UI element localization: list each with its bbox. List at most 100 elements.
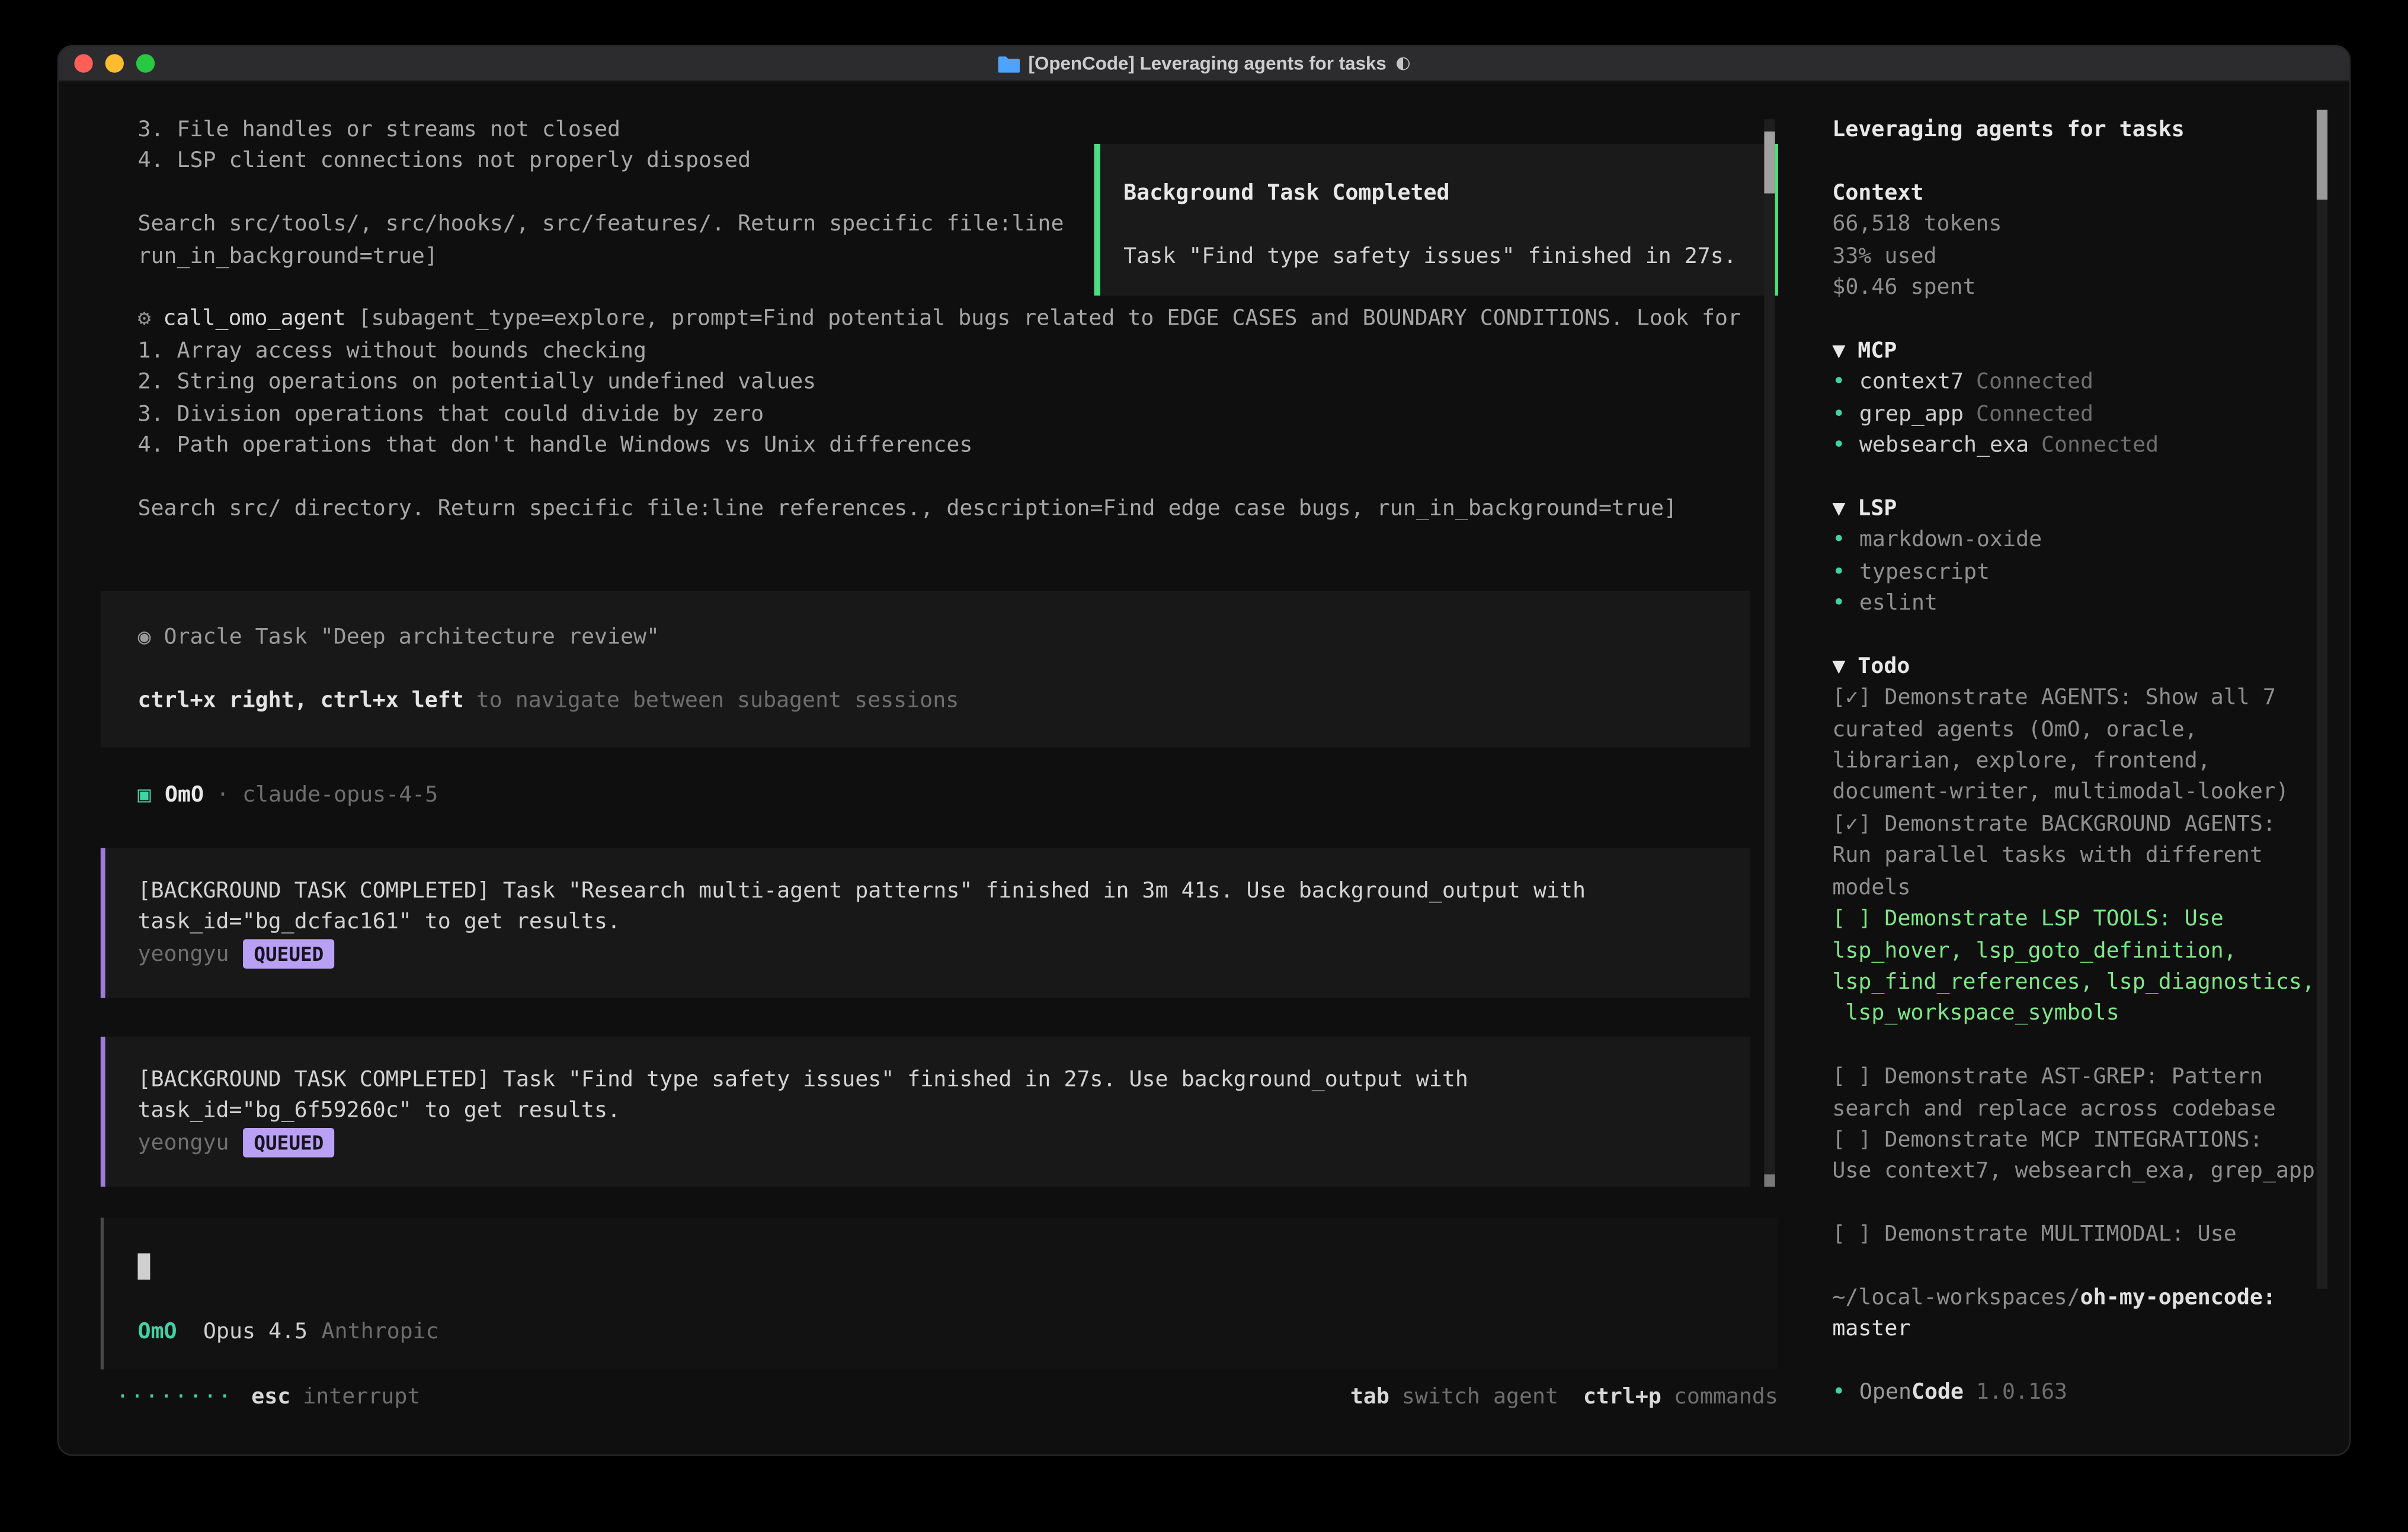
spinner-dots-icon: ········ bbox=[116, 1384, 233, 1409]
todo-item: [✓] Demonstrate AGENTS: Show all 7 curat… bbox=[1832, 682, 2343, 809]
recording-indicator-icon: ◐ bbox=[1396, 47, 1411, 79]
context-section: Context 66,518 tokens 33% used $0.46 spe… bbox=[1832, 178, 2343, 304]
agent-square-icon: ▣ bbox=[137, 783, 150, 807]
window-content: 3. File handles or streams not closed 4.… bbox=[59, 82, 2349, 1454]
mcp-status: Connected bbox=[2041, 433, 2159, 458]
lsp-heading-label: LSP bbox=[1858, 496, 1897, 521]
main-scrollbar-thumb[interactable] bbox=[1764, 132, 1775, 193]
mcp-item: • grep_app Connected bbox=[1832, 399, 2343, 430]
main-scrollbar[interactable] bbox=[1764, 119, 1775, 1187]
git-branch: master bbox=[1832, 1314, 2343, 1345]
todo-heading-label: Todo bbox=[1858, 654, 1910, 679]
bullet-icon: • bbox=[1832, 402, 1845, 427]
terminal-line: 1. Array access without bounds checking bbox=[137, 335, 1807, 367]
oracle-task-card: ◉ Oracle Task "Deep architecture review"… bbox=[101, 591, 1750, 747]
active-model-label: Opus 4.5 bbox=[203, 1319, 308, 1344]
status-left: ········escinterrupt bbox=[116, 1382, 420, 1413]
prompt-cursor-row bbox=[137, 1252, 1741, 1283]
todo-heading[interactable]: ▼ Todo bbox=[1832, 651, 2343, 682]
toast-body: Task "Find type safety issues" finished … bbox=[1123, 241, 1755, 273]
todo-section: ▼ Todo [✓] Demonstrate AGENTS: Show all 7… bbox=[1832, 651, 2343, 1251]
sidebar-scrollbar[interactable] bbox=[2317, 110, 2327, 1289]
key-hint-tab: tab bbox=[1350, 1384, 1389, 1409]
tool-name: call_omo_agent bbox=[163, 307, 345, 332]
minimize-button[interactable] bbox=[105, 54, 124, 72]
terminal-line: 3. File handles or streams not closed bbox=[137, 114, 1807, 146]
mcp-name: grep_app bbox=[1859, 402, 1964, 427]
mcp-status: Connected bbox=[1976, 402, 2093, 427]
message-meta: yeongyu QUEUED bbox=[137, 939, 1713, 970]
mcp-item: • context7 Connected bbox=[1832, 367, 2343, 399]
hint-keys: ctrl+x right, ctrl+x left bbox=[137, 688, 463, 713]
message-text: [BACKGROUND TASK COMPLETED] Task "Resear… bbox=[137, 876, 1713, 939]
app-name-bold: Code bbox=[1911, 1380, 1964, 1405]
terminal-line bbox=[137, 461, 1807, 493]
mcp-section: ▼MCP • context7 Connected • grep_app Connect… bbox=[1832, 335, 2343, 461]
mcp-name: context7 bbox=[1859, 370, 1964, 395]
lsp-name: typescript bbox=[1859, 560, 1990, 585]
key-hint-tab-label: switch agent bbox=[1402, 1384, 1558, 1409]
message-meta: yeongyuQUEUED bbox=[137, 1127, 1713, 1159]
status-bar: ········escinterrupt tabswitch agentctrl… bbox=[116, 1382, 1778, 1413]
chevron-down-icon: ▼ bbox=[1832, 654, 1845, 679]
bullet-icon: • bbox=[1832, 370, 1845, 395]
gear-icon: ⚙ bbox=[137, 307, 150, 332]
lsp-heading[interactable]: ▼LSP bbox=[1832, 493, 2343, 525]
tool-call-line: ⚙call_omo_agent[subagent_type=explore, p… bbox=[137, 304, 1807, 335]
message-text: [BACKGROUND TASK COMPLETED] Task "Find t… bbox=[137, 1065, 1713, 1128]
lsp-item: • markdown-oxide bbox=[1832, 525, 2343, 556]
sidebar: Leveraging agents for tasks Context 66,5… bbox=[1808, 82, 2351, 1454]
chevron-down-icon: ▼ bbox=[1832, 338, 1845, 363]
text-cursor bbox=[137, 1254, 150, 1280]
lsp-name: eslint bbox=[1859, 591, 1938, 616]
window-title: [OpenCode] Leveraging agents for tasks ◐ bbox=[997, 47, 1410, 79]
background-task-toast[interactable]: Background Task Completed Task "Find typ… bbox=[1094, 144, 1778, 296]
message-card: [BACKGROUND TASK COMPLETED] Task "Find t… bbox=[101, 1037, 1750, 1187]
key-hint-esc: esc bbox=[251, 1384, 290, 1409]
main-scrollbar-endcap bbox=[1764, 1174, 1775, 1187]
terminal-line: 3. Division operations that could divide… bbox=[137, 399, 1807, 430]
message-author: yeongyu bbox=[137, 1130, 229, 1155]
terminal-line: 4. Path operations that don't handle Win… bbox=[137, 430, 1807, 461]
zoom-button[interactable] bbox=[136, 54, 155, 72]
sidebar-scrollbar-thumb[interactable] bbox=[2317, 110, 2327, 199]
session-title: Leveraging agents for tasks bbox=[1832, 114, 2343, 146]
prompt-meta: OmOOpus 4.5Anthropic bbox=[137, 1316, 1741, 1347]
bullet-icon: • bbox=[1832, 591, 1845, 616]
context-used: 33% used bbox=[1832, 241, 2343, 272]
key-hint-ctrlp: ctrl+p bbox=[1583, 1384, 1661, 1409]
provider-label: Anthropic bbox=[322, 1319, 439, 1344]
bullet-icon: • bbox=[1832, 528, 1845, 553]
hint-text: to navigate between subagent sessions bbox=[476, 688, 959, 713]
agent-model: claude-opus-4-5 bbox=[242, 783, 438, 807]
prompt-input[interactable]: OmOOpus 4.5Anthropic bbox=[101, 1217, 1778, 1369]
terminal-line: 2. String operations on potentially unde… bbox=[137, 367, 1807, 398]
mcp-name: websearch_exa bbox=[1859, 433, 2029, 458]
lsp-section: ▼LSP • markdown-oxide • typescript • eslint bbox=[1832, 493, 2343, 620]
todo-item-active: [ ] Demonstrate LSP TOOLS: Use lsp_hover… bbox=[1832, 904, 2343, 1030]
todo-item: [✓] Demonstrate BACKGROUND AGENTS: Run p… bbox=[1832, 809, 2343, 904]
window-title-text: [OpenCode] Leveraging agents for tasks bbox=[1029, 47, 1386, 79]
context-heading: Context bbox=[1832, 178, 2343, 209]
context-spent: $0.46 spent bbox=[1832, 273, 2343, 304]
lsp-item: • typescript bbox=[1832, 556, 2343, 588]
agent-name: OmO bbox=[165, 783, 204, 807]
mcp-heading[interactable]: ▼MCP bbox=[1832, 335, 2343, 367]
status-badge: QUEUED bbox=[243, 939, 335, 969]
todo-item: [ ] Demonstrate MCP INTEGRATIONS: Use co… bbox=[1832, 1125, 2343, 1188]
mcp-status: Connected bbox=[1976, 370, 2093, 395]
key-hint-ctrlp-label: commands bbox=[1674, 1384, 1778, 1409]
bullet-icon: • bbox=[1832, 560, 1845, 585]
workspace-path-prefix: ~/local-workspaces/ bbox=[1832, 1286, 2080, 1310]
window-titlebar[interactable]: [OpenCode] Leveraging agents for tasks ◐ bbox=[59, 46, 2349, 82]
close-button[interactable] bbox=[74, 54, 92, 72]
traffic-lights bbox=[74, 46, 155, 80]
desktop: [OpenCode] Leveraging agents for tasks ◐… bbox=[0, 0, 2408, 1532]
folder-icon bbox=[997, 55, 1019, 72]
record-icon: ◉ bbox=[137, 625, 150, 650]
message-author: yeongyu bbox=[137, 942, 229, 967]
app-name-prefix: Open bbox=[1859, 1380, 1911, 1405]
context-tokens: 66,518 tokens bbox=[1832, 209, 2343, 241]
lsp-name: markdown-oxide bbox=[1859, 528, 2042, 553]
oracle-task-title: Oracle Task "Deep architecture review" bbox=[164, 625, 660, 650]
